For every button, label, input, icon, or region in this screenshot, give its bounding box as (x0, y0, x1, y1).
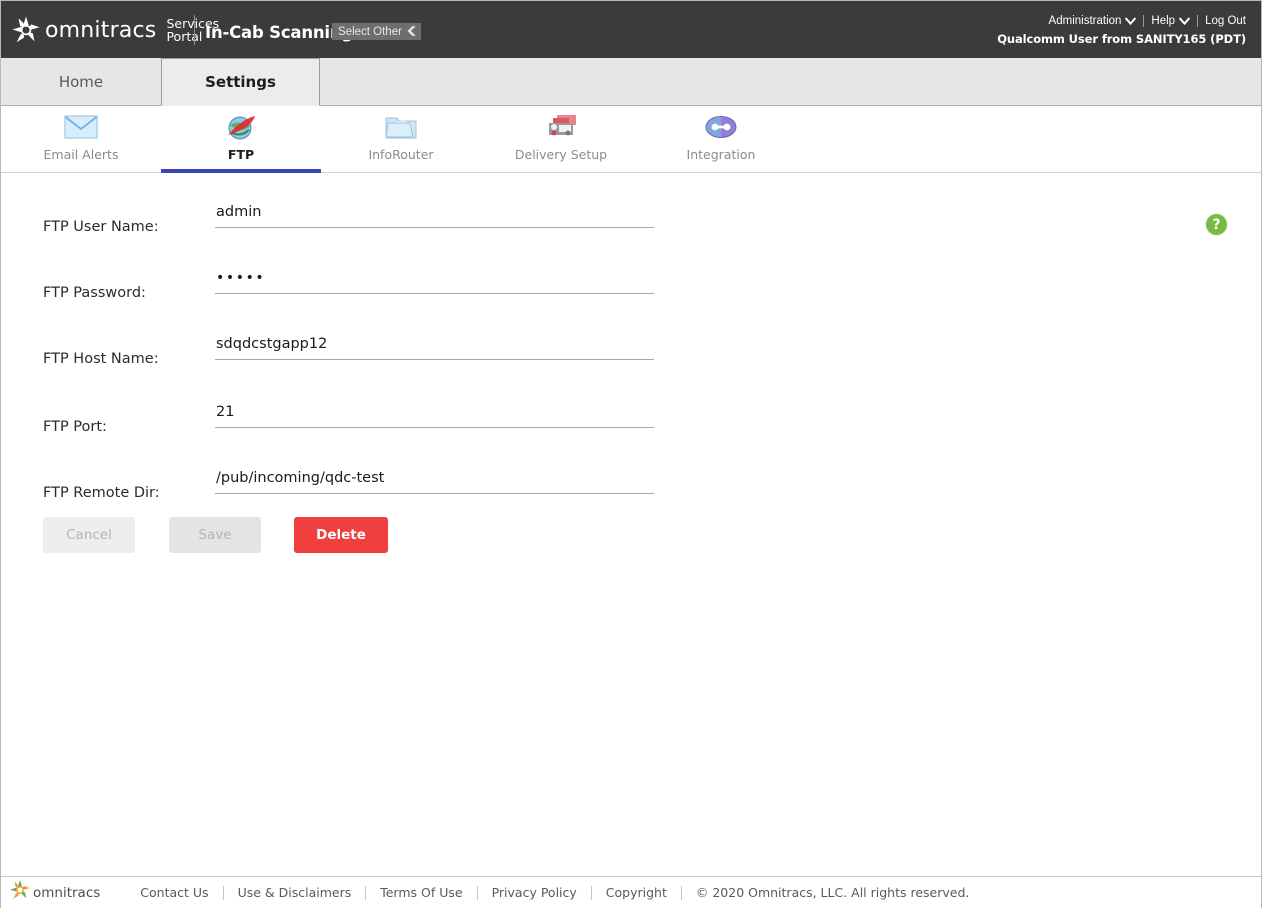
sub-tab-email-alerts[interactable]: Email Alerts (1, 106, 161, 173)
tab-settings[interactable]: Settings (161, 58, 320, 106)
header-link-log-out[interactable]: Log Out (1198, 14, 1253, 28)
ftp-port-input[interactable] (215, 404, 654, 428)
chevron-down-icon: ❮ (405, 25, 417, 36)
delete-button-label: Delete (316, 527, 366, 543)
footer-brand-logo: omnitracs (9, 879, 100, 906)
footer-brand-name: omnitracs (33, 885, 100, 901)
brand-logo-group[interactable]: omnitracs Services Portal (11, 13, 219, 47)
sub-tab-inforouter[interactable]: InfoRouter (321, 106, 481, 173)
help-icon-label: ? (1212, 217, 1220, 233)
field-ftp-password: FTP Password: (1, 260, 701, 326)
ftp-user-name-input[interactable] (215, 204, 654, 228)
field-ftp-remote-dir-label: FTP Remote Dir: (43, 485, 160, 501)
chevron-down-icon (1179, 17, 1190, 25)
select-other-dropdown[interactable]: Select Other ❮ (332, 23, 421, 40)
field-ftp-user-name-wrap (215, 204, 654, 228)
omnitracs-star-logo-icon (9, 879, 31, 906)
footer-link-use-disclaimers[interactable]: Use & Disclaimers (224, 885, 366, 900)
field-ftp-port-label: FTP Port: (43, 419, 107, 435)
sub-tab-integration-label: Integration (687, 147, 756, 162)
global-header: omnitracs Services Portal In-Cab Scannin… (1, 1, 1261, 58)
header-link-administration-label: Administration (1049, 14, 1122, 28)
footer-link-privacy-policy[interactable]: Privacy Policy (478, 885, 591, 900)
brand-name: omnitracs (45, 18, 156, 43)
tab-home-label: Home (59, 73, 103, 91)
logged-in-user-info: Qualcomm User from SANITY165 (PDT) (997, 32, 1253, 46)
field-ftp-user-name: FTP User Name: (1, 194, 701, 260)
field-ftp-password-wrap (215, 270, 654, 294)
footer-links: Contact Us Use & Disclaimers Terms Of Us… (126, 885, 969, 900)
sub-tab-inforouter-label: InfoRouter (368, 147, 433, 162)
tab-home[interactable]: Home (1, 58, 161, 105)
sub-tab-bar: Email Alerts FTP (1, 106, 1261, 173)
sub-tab-integration[interactable]: Integration (641, 106, 801, 173)
header-link-help-label: Help (1151, 14, 1175, 28)
field-ftp-port: FTP Port: (1, 394, 701, 460)
field-ftp-remote-dir-wrap (215, 470, 654, 494)
settings-content-panel: FTP User Name: FTP Password: FTP Host Na… (1, 173, 1261, 876)
ftp-remote-dir-input[interactable] (215, 470, 654, 494)
chevron-down-icon (1125, 17, 1136, 25)
header-link-administration[interactable]: Administration (1042, 14, 1144, 28)
field-ftp-host-name-label: FTP Host Name: (43, 351, 159, 367)
application-window: omnitracs Services Portal In-Cab Scannin… (0, 0, 1262, 908)
folder-document-icon (385, 112, 417, 142)
form-action-buttons: Cancel Save Delete (43, 517, 388, 553)
main-tab-bar: Home Settings (1, 58, 1261, 106)
header-link-help[interactable]: Help (1144, 14, 1197, 28)
envelope-icon (64, 112, 98, 142)
footer-copyright-text: © 2020 Omnitracs, LLC. All rights reserv… (682, 885, 970, 900)
field-ftp-user-name-label: FTP User Name: (43, 219, 159, 235)
question-mark-help-icon[interactable]: ? (1206, 214, 1227, 235)
page-footer: omnitracs Contact Us Use & Disclaimers T… (1, 876, 1261, 908)
delete-button[interactable]: Delete (294, 517, 388, 553)
field-ftp-host-name: FTP Host Name: (1, 326, 701, 392)
cancel-button[interactable]: Cancel (43, 517, 135, 553)
integration-link-icon (705, 112, 737, 142)
header-links: Administration Help Log Out (997, 14, 1253, 28)
sub-tab-delivery-setup[interactable]: Delivery Setup (481, 106, 641, 173)
field-ftp-password-label: FTP Password: (43, 285, 146, 301)
sub-tab-email-alerts-label: Email Alerts (44, 147, 119, 162)
field-ftp-host-name-wrap (215, 336, 654, 360)
delivery-truck-icon (545, 112, 577, 142)
field-ftp-port-wrap (215, 404, 654, 428)
save-button[interactable]: Save (169, 517, 261, 553)
sub-tab-ftp-label: FTP (228, 147, 254, 162)
ftp-host-name-input[interactable] (215, 336, 654, 360)
sub-tab-delivery-setup-label: Delivery Setup (515, 147, 607, 162)
save-button-label: Save (198, 527, 231, 543)
header-link-log-out-label: Log Out (1205, 14, 1246, 28)
globe-ftp-icon (226, 112, 256, 142)
omnitracs-star-logo-icon (11, 15, 41, 45)
ftp-password-input[interactable] (215, 270, 654, 294)
footer-link-contact-us[interactable]: Contact Us (126, 885, 222, 900)
select-other-label: Select Other (338, 26, 402, 38)
header-right-group: Administration Help Log Out Qualcomm Use… (997, 14, 1253, 46)
tab-settings-label: Settings (205, 73, 276, 91)
page-title: In-Cab Scanning (205, 23, 353, 42)
cancel-button-label: Cancel (66, 527, 112, 543)
sub-tab-ftp[interactable]: FTP (161, 106, 321, 173)
footer-link-copyright[interactable]: Copyright (592, 885, 681, 900)
header-divider (194, 15, 195, 45)
footer-link-terms-of-use[interactable]: Terms Of Use (366, 885, 476, 900)
